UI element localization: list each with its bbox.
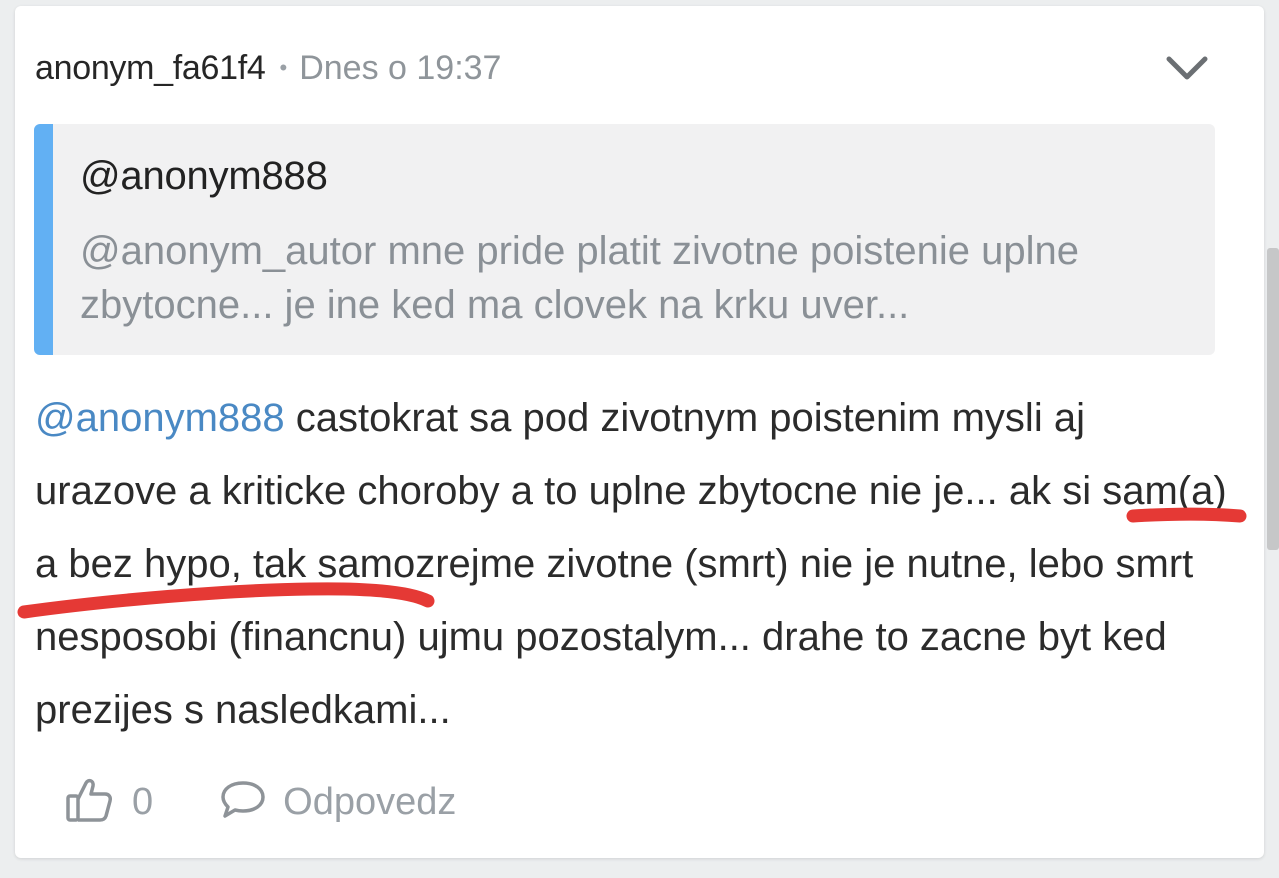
scrollbar[interactable] [1267, 248, 1279, 550]
reply-button[interactable]: Odpovedz [219, 777, 456, 828]
quoted-comment[interactable]: @anonym888 @anonym_autor mne pride plati… [34, 124, 1215, 355]
reply-label: Odpovedz [283, 781, 457, 823]
separator-dot: • [279, 55, 288, 80]
comment-header: anonym_fa61f4 • Dnes o 19:37 [35, 44, 501, 92]
like-count: 0 [132, 781, 154, 823]
speech-bubble-icon [219, 777, 267, 828]
comment-username[interactable]: anonym_fa61f4 [35, 49, 266, 88]
comment-body-text: castokrat sa pod zivotnym poistenim mysl… [35, 396, 1227, 732]
comment-actions: 0 Odpovedz [64, 775, 456, 830]
like-button[interactable]: 0 [64, 775, 153, 830]
chevron-down-icon[interactable] [1163, 44, 1211, 92]
quote-text: @anonym_autor mne pride platit zivotne p… [80, 229, 1079, 327]
comment-body: @anonym888 castokrat sa pod zivotnym poi… [35, 382, 1235, 747]
comment-timestamp: Dnes o 19:37 [299, 48, 502, 87]
thumbs-up-icon [64, 775, 114, 830]
mention-link[interactable]: @anonym888 [35, 396, 285, 440]
quote-author: @anonym888 [80, 154, 328, 198]
